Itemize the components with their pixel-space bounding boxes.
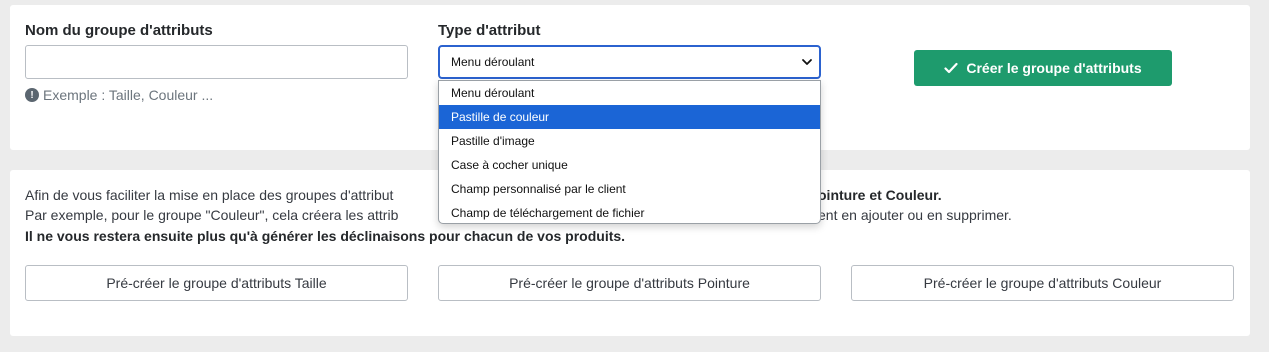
info-line-3: Il ne vous restera ensuite plus qu'à gén… xyxy=(25,228,1225,244)
precreate-size-button[interactable]: Pré-créer le groupe d'attributs Taille xyxy=(25,265,408,301)
chevron-down-icon xyxy=(802,59,812,65)
create-attribute-group-button[interactable]: Créer le groupe d'attributs xyxy=(914,50,1172,86)
attribute-type-label: Type d'attribut xyxy=(438,22,541,39)
info-line-2-start: Par exemple, pour le groupe "Couleur", c… xyxy=(25,207,399,223)
group-name-hint-text: Exemple : Taille, Couleur ... xyxy=(43,87,214,103)
attribute-type-select[interactable]: Menu déroulant xyxy=(438,45,821,79)
check-icon xyxy=(944,62,958,74)
dropdown-option[interactable]: Pastille d'image xyxy=(439,129,820,153)
dropdown-option[interactable]: Pastille de couleur xyxy=(439,105,820,129)
dropdown-option[interactable]: Champ de téléchargement de fichier xyxy=(439,201,820,223)
info-line-1-end: ointure et Couleur. xyxy=(818,187,1248,203)
info-line-2-end: ent en ajouter ou en supprimer. xyxy=(818,207,1012,223)
group-name-label: Nom du groupe d'attributs xyxy=(25,22,213,39)
dropdown-option[interactable]: Case à cocher unique xyxy=(439,153,820,177)
precreate-shoe-size-button[interactable]: Pré-créer le groupe d'attributs Pointure xyxy=(438,265,821,301)
create-attribute-group-label: Créer le groupe d'attributs xyxy=(966,60,1142,76)
info-icon: ! xyxy=(25,88,39,102)
info-line-1-bold: ointure et Couleur. xyxy=(818,187,942,203)
precreate-color-button[interactable]: Pré-créer le groupe d'attributs Couleur xyxy=(851,265,1234,301)
group-name-hint: ! Exemple : Taille, Couleur ... xyxy=(25,87,213,103)
info-line-3-bold: Il ne vous restera ensuite plus qu'à gén… xyxy=(25,228,626,244)
dropdown-option[interactable]: Champ personnalisé par le client xyxy=(439,177,820,201)
attribute-type-selected-value: Menu déroulant xyxy=(451,55,535,69)
attribute-type-dropdown: Menu déroulant Pastille de couleur Pasti… xyxy=(438,80,821,224)
info-line-1-start: Afin de vous faciliter la mise en place … xyxy=(25,187,394,203)
group-name-input[interactable] xyxy=(25,45,408,79)
dropdown-option[interactable]: Menu déroulant xyxy=(439,81,820,105)
